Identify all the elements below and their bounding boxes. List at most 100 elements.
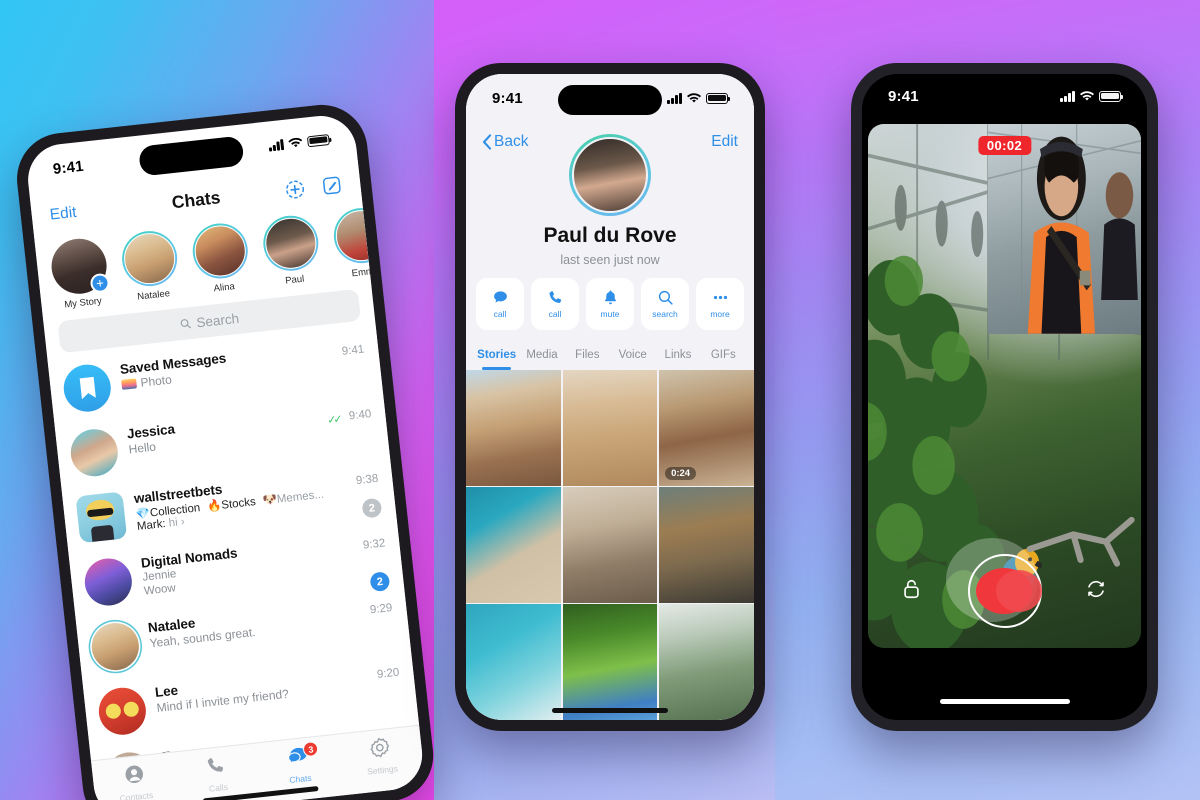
media-cell[interactable]: 0:24 bbox=[659, 370, 754, 486]
avatar bbox=[68, 426, 121, 479]
profile-tabs[interactable]: Stories Media Files Voice Links GIFs bbox=[466, 340, 754, 370]
photo-thumb-chip bbox=[121, 378, 138, 390]
phone-camera: 9:41 00:02 bbox=[851, 63, 1158, 731]
message-bubble-icon bbox=[493, 291, 507, 303]
avatar bbox=[96, 685, 149, 738]
battery-icon bbox=[306, 133, 330, 147]
story-ring: + bbox=[48, 235, 111, 297]
profile-action-row[interactable]: call call mute search more bbox=[476, 278, 744, 330]
edit-button[interactable]: Edit bbox=[711, 133, 738, 151]
action-call[interactable]: call bbox=[531, 278, 579, 330]
chevron-left-icon bbox=[482, 134, 492, 150]
camera-viewfinder[interactable]: 00:02 bbox=[868, 124, 1141, 648]
tab-media[interactable]: Media bbox=[519, 340, 564, 370]
media-cell[interactable] bbox=[562, 370, 658, 486]
tab-chats[interactable]: 3 Chats bbox=[256, 740, 342, 789]
chats-screen: 9:41 Edit Chats + My Story Natalee Alina… bbox=[24, 112, 426, 800]
dynamic-island bbox=[138, 135, 245, 177]
dynamic-island bbox=[558, 85, 662, 115]
phone-icon bbox=[548, 291, 561, 304]
tab-contacts[interactable]: Contacts bbox=[92, 759, 178, 800]
action-more[interactable]: more bbox=[696, 278, 744, 330]
action-label: search bbox=[652, 309, 678, 319]
story-ring bbox=[331, 205, 372, 266]
chat-time: 9:32 bbox=[362, 537, 386, 552]
avatar bbox=[121, 230, 178, 287]
tab-stories[interactable]: Stories bbox=[474, 340, 519, 370]
story-label: My Story bbox=[63, 295, 103, 311]
action-label: call bbox=[493, 309, 507, 319]
action-search[interactable]: search bbox=[641, 278, 689, 330]
tab-calls[interactable]: Calls bbox=[174, 751, 260, 798]
story-ring bbox=[189, 220, 251, 282]
tab-label: Settings bbox=[366, 763, 399, 777]
story-item[interactable]: + My Story bbox=[48, 235, 112, 321]
action-message[interactable]: call bbox=[476, 278, 524, 330]
tab-gifs[interactable]: GIFs bbox=[701, 340, 746, 370]
phone-icon bbox=[208, 758, 224, 772]
add-story-plus-icon[interactable]: + bbox=[89, 272, 111, 294]
story-label: Natalee bbox=[136, 288, 171, 303]
story-ring bbox=[119, 228, 180, 289]
record-button[interactable] bbox=[945, 538, 1042, 628]
saved-messages-icon bbox=[61, 362, 114, 415]
story-label: Emma bbox=[351, 265, 372, 280]
profile-name: Paul du Rove bbox=[543, 224, 677, 247]
media-grid[interactable]: 0:24 bbox=[466, 370, 754, 720]
compose-icon[interactable] bbox=[320, 173, 343, 196]
avatar bbox=[82, 556, 135, 608]
avatar bbox=[333, 207, 372, 264]
chat-list[interactable]: Saved Messages Photo 9:41 Jessica Hello … bbox=[47, 324, 420, 761]
tab-voice[interactable]: Voice bbox=[610, 340, 655, 370]
chat-time: 9:41 bbox=[341, 343, 365, 358]
add-story-icon[interactable] bbox=[283, 177, 306, 200]
back-button[interactable]: Back bbox=[482, 133, 528, 151]
lock-icon[interactable] bbox=[902, 578, 921, 600]
profile-status: last seen just now bbox=[560, 253, 660, 267]
tab-label: Chats bbox=[288, 772, 313, 786]
story-item[interactable]: Alina bbox=[189, 220, 253, 306]
home-indicator bbox=[939, 699, 1070, 704]
bell-icon bbox=[604, 290, 616, 305]
media-cell[interactable] bbox=[562, 604, 658, 720]
contacts-icon bbox=[125, 765, 143, 784]
media-cell[interactable] bbox=[466, 604, 561, 720]
story-item[interactable]: Emma bbox=[331, 205, 372, 290]
chat-time: 9:29 bbox=[369, 601, 393, 617]
tab-label: Contacts bbox=[119, 789, 154, 800]
media-cell[interactable] bbox=[466, 487, 561, 603]
action-label: mute bbox=[600, 309, 620, 319]
action-mute[interactable]: mute bbox=[586, 278, 634, 330]
camera-controls[interactable] bbox=[868, 538, 1141, 634]
chat-time: 9:20 bbox=[376, 666, 400, 681]
action-label: call bbox=[548, 309, 562, 319]
page-title: Chats bbox=[170, 186, 222, 212]
media-cell[interactable] bbox=[562, 487, 658, 603]
story-item[interactable]: Paul bbox=[260, 212, 324, 298]
flip-camera-icon[interactable] bbox=[1085, 578, 1107, 600]
story-item[interactable]: Natalee bbox=[119, 228, 182, 313]
avatar bbox=[571, 136, 649, 214]
tab-links[interactable]: Links bbox=[655, 340, 700, 370]
edit-button[interactable]: Edit bbox=[49, 204, 78, 225]
chat-time: 9:38 bbox=[355, 472, 379, 488]
home-indicator bbox=[552, 708, 668, 713]
wifi-icon bbox=[288, 137, 303, 147]
cellular-signal-icon bbox=[268, 138, 285, 152]
tab-settings[interactable]: Settings bbox=[338, 733, 424, 780]
media-cell[interactable] bbox=[466, 370, 561, 486]
read-receipt-icon: ✓✓ bbox=[326, 413, 341, 427]
phone-profile: 9:41 Back Edit Paul du Rove last seen ju… bbox=[455, 63, 765, 731]
ellipsis-icon bbox=[713, 295, 727, 300]
avatar bbox=[89, 620, 142, 673]
search-placeholder: Search bbox=[195, 310, 240, 330]
search-icon bbox=[658, 290, 673, 305]
unread-badge: 3 bbox=[302, 740, 320, 758]
media-cell[interactable] bbox=[659, 487, 754, 603]
tab-files[interactable]: Files bbox=[565, 340, 610, 370]
recording-timer: 00:02 bbox=[977, 136, 1032, 155]
profile-avatar[interactable] bbox=[569, 134, 651, 216]
picture-in-picture-selfie[interactable] bbox=[988, 124, 1141, 334]
media-cell[interactable] bbox=[659, 604, 754, 720]
profile-screen: 9:41 Back Edit Paul du Rove last seen ju… bbox=[466, 74, 754, 720]
